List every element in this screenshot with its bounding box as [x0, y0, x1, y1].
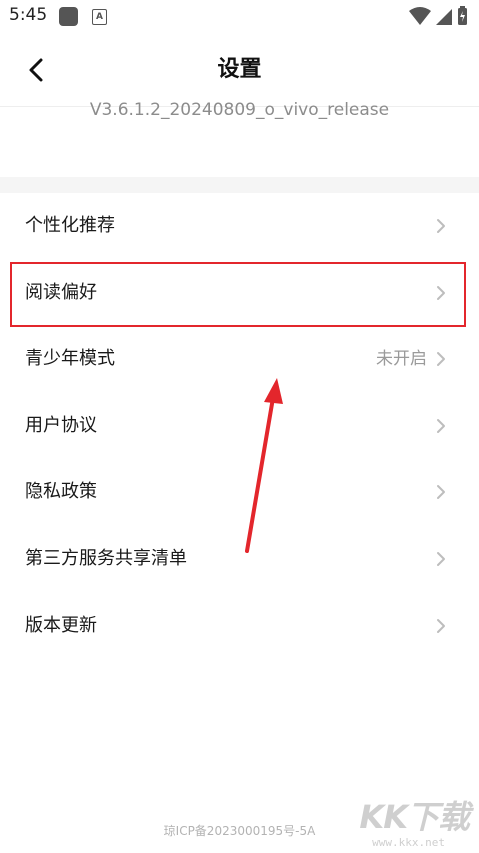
- status-system-icons: [409, 6, 467, 25]
- chevron-right-icon: [437, 618, 445, 633]
- chevron-left-icon: [29, 58, 43, 82]
- dark-square-icon: [59, 7, 78, 26]
- status-bar: 5:45 A: [0, 0, 479, 34]
- app-a-icon: A: [92, 9, 107, 25]
- icp-footer: 琼ICP备2023000195号-5A: [163, 824, 316, 838]
- chevron-right-icon: [437, 219, 445, 233]
- chevron-right-icon: [437, 551, 445, 566]
- version-text: V3.6.1.2_20240809_o_vivo_release: [89, 100, 390, 120]
- settings-item-personalized-recommendation[interactable]: 个性化推荐: [0, 193, 479, 260]
- settings-item-youth-mode[interactable]: 青少年模式 未开启: [0, 326, 479, 393]
- section-divider: [0, 177, 479, 193]
- signal-icon: [436, 9, 452, 25]
- header: 设置: [0, 34, 479, 107]
- page-title: 设置: [217, 57, 262, 82]
- settings-item-privacy-policy[interactable]: 隐私政策: [0, 459, 479, 526]
- settings-item-label: 用户协议: [25, 414, 97, 436]
- back-button[interactable]: [18, 52, 54, 88]
- wifi-icon: [409, 7, 431, 25]
- settings-item-label: 版本更新: [25, 614, 97, 636]
- chevron-right-icon: [437, 352, 445, 367]
- settings-item-third-party-sharing-list[interactable]: 第三方服务共享清单: [0, 526, 479, 593]
- chevron-right-icon: [437, 418, 445, 433]
- settings-item-label: 第三方服务共享清单: [25, 547, 187, 569]
- settings-item-label: 青少年模式: [25, 348, 115, 370]
- settings-item-reading-preference[interactable]: 阅读偏好: [0, 260, 479, 327]
- settings-list: 个性化推荐 阅读偏好 青少年模式 未开启 用户协议 隐私政策 第三方服务共享清单…: [0, 193, 479, 659]
- settings-item-label: 阅读偏好: [25, 281, 97, 303]
- settings-item-version-update[interactable]: 版本更新: [0, 593, 479, 660]
- chevron-right-icon: [437, 285, 445, 300]
- status-time: 5:45: [9, 5, 48, 25]
- settings-item-user-agreement[interactable]: 用户协议: [0, 393, 479, 460]
- youth-mode-status: 未开启: [376, 349, 427, 370]
- settings-item-label: 个性化推荐: [25, 215, 115, 236]
- settings-item-label: 隐私政策: [25, 481, 97, 503]
- chevron-right-icon: [437, 485, 445, 500]
- battery-icon: [458, 6, 467, 25]
- watermark-logo: KK下载 www.kkx.net: [359, 792, 470, 850]
